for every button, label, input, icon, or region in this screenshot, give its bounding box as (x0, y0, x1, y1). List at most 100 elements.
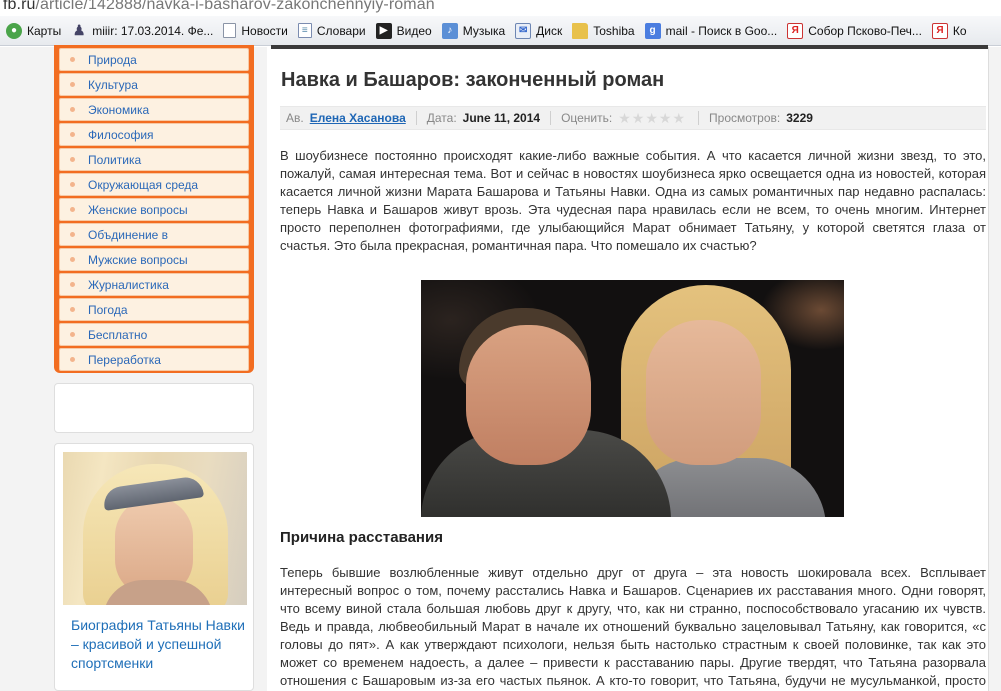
bullet-icon (70, 282, 75, 287)
bookmark-label: Новости (241, 23, 288, 38)
user-icon: ♟ (72, 22, 86, 38)
category-menu-item[interactable]: Культура (59, 73, 249, 96)
url-path: /article/142888/navka-i-basharov-zakonch… (35, 0, 435, 13)
yandex-icon: Я (787, 22, 804, 39)
right-page-edge (988, 47, 1001, 691)
bullet-icon (70, 107, 75, 112)
author-label: Ав. (286, 111, 304, 125)
meta-divider (550, 111, 552, 125)
category-label: Культура (88, 77, 138, 92)
bookmark-item[interactable]: ≡ Словари (297, 20, 366, 42)
bookmark-label: Словари (316, 23, 366, 38)
bookmark-label: Ко (952, 23, 967, 38)
bookmark-item[interactable]: ♪ Музыка (441, 20, 506, 42)
category-menu-item[interactable]: Объдинение в (59, 223, 249, 246)
bookmark-item[interactable]: ● Карты (6, 20, 61, 42)
category-menu-item[interactable]: Окружающая среда (59, 173, 249, 196)
category-label: Окружающая среда (88, 177, 199, 192)
bullet-icon (70, 57, 75, 62)
rating-stars[interactable]: ★ ★ ★ ★ ★ (618, 111, 686, 125)
yandex-icon: Я (931, 22, 948, 39)
category-menu-item[interactable]: Природа (59, 48, 249, 71)
article-intro-paragraph: В шоубизнесе постоянно происходят какие-… (280, 148, 986, 253)
bookmark-item[interactable]: g mail - Поиск в Goo... (644, 20, 778, 42)
meta-divider (415, 111, 417, 125)
rating-star-icon[interactable]: ★ (632, 111, 645, 125)
meta-divider (698, 111, 700, 125)
author-link[interactable]: Елена Хасанова (310, 111, 406, 125)
article-meta-bar: Ав. Елена Хасанова Дата: June 11, 2014 О… (280, 106, 986, 130)
bullet-icon (70, 132, 75, 137)
bookmark-item[interactable]: Я Ко (931, 20, 967, 42)
bookmark-item[interactable]: ▶ Видео (375, 20, 432, 42)
rating-star-icon[interactable]: ★ (645, 111, 658, 125)
bookmark-label: mail - Поиск в Goo... (665, 23, 778, 38)
rating-star-icon[interactable]: ★ (659, 111, 672, 125)
sidebar-empty-block (54, 383, 254, 433)
article-main-photo (421, 280, 844, 517)
related-article-photo[interactable] (63, 452, 247, 605)
category-menu-item[interactable]: Погода (59, 298, 249, 321)
bookmark-label: Toshiba (593, 23, 635, 38)
category-menu-item[interactable]: Философия (59, 123, 249, 146)
bookmark-item[interactable]: Я Собор Псково-Печ... (787, 20, 922, 42)
folder-icon (572, 22, 589, 39)
article-date: June 11, 2014 (462, 111, 541, 125)
bookmark-label: Карты (27, 23, 62, 38)
category-label: Объдинение в (88, 227, 169, 242)
category-label: Философия (88, 127, 154, 142)
views-label: Просмотров: (709, 111, 781, 125)
bullet-icon (70, 157, 75, 162)
category-label: Бесплатно (88, 327, 148, 342)
maps-icon: ● (6, 22, 22, 39)
bookmark-item[interactable]: ♟ miiir: 17.03.2014. Фе... (71, 20, 213, 42)
category-label: Переработка (88, 352, 161, 367)
rate-label: Оценить: (561, 111, 613, 125)
bookmark-label: Музыка (462, 23, 506, 38)
section-heading: Причина расставания (280, 529, 443, 546)
category-label: Политика (88, 152, 142, 167)
category-menu-item[interactable]: Политика (59, 148, 249, 171)
category-label: Погода (88, 302, 128, 317)
category-menu-item[interactable]: Женские вопросы (59, 198, 249, 221)
bookmark-item[interactable]: Toshiba (572, 20, 635, 42)
category-label: Мужские вопросы (88, 252, 188, 267)
bullet-icon (70, 182, 75, 187)
content-top-border (271, 45, 988, 49)
category-label: Экономика (88, 102, 150, 117)
category-menu-item[interactable]: Бесплатно (59, 323, 249, 346)
category-menu-item[interactable]: Мужские вопросы (59, 248, 249, 271)
dictionary-icon: ≡ (297, 23, 312, 38)
bookmark-label: Видео (396, 23, 432, 38)
bullet-icon (70, 307, 75, 312)
photo-man-face-shape (466, 325, 591, 465)
article-title: Навка и Башаров: законченный роман (281, 69, 665, 91)
bookmark-label: Диск (536, 23, 563, 38)
category-label: Природа (88, 52, 137, 67)
bookmark-item[interactable]: ✉ Диск (515, 20, 562, 42)
views-count: 3229 (786, 111, 813, 125)
page-icon (223, 23, 237, 38)
section-paragraph: Теперь бывшие возлюбленные живут отдельн… (280, 565, 986, 688)
bullet-icon (70, 357, 75, 362)
sidebar-related-card[interactable]: Биография Татьяны Навки – красивой и усп… (54, 443, 254, 691)
address-bar[interactable]: fb.ru/article/142888/navka-i-basharov-za… (0, 0, 1001, 16)
category-menu-item[interactable]: Журналистика (59, 273, 249, 296)
bullet-icon (70, 332, 75, 337)
bookmark-item[interactable]: Новости (223, 20, 288, 42)
bullet-icon (70, 232, 75, 237)
photo-woman-face-shape (646, 320, 761, 465)
rating-star-icon[interactable]: ★ (672, 111, 685, 125)
category-menu-item[interactable]: Экономика (59, 98, 249, 121)
music-icon: ♪ (441, 22, 458, 39)
bookmark-label: miiir: 17.03.2014. Фе... (92, 23, 214, 38)
related-article-link[interactable]: Биография Татьяны Навки – красивой и усп… (71, 616, 246, 673)
bullet-icon (70, 82, 75, 87)
category-label: Женские вопросы (88, 202, 188, 217)
category-menu-item[interactable]: Переработка (59, 348, 249, 371)
page-content: Природа Культура Экономика Философия Политик… (0, 45, 1001, 691)
address-url[interactable]: fb.ru/article/142888/navka-i-basharov-za… (3, 0, 435, 14)
video-icon: ▶ (375, 22, 392, 39)
category-label: Журналистика (88, 277, 169, 292)
rating-star-icon[interactable]: ★ (618, 111, 631, 125)
